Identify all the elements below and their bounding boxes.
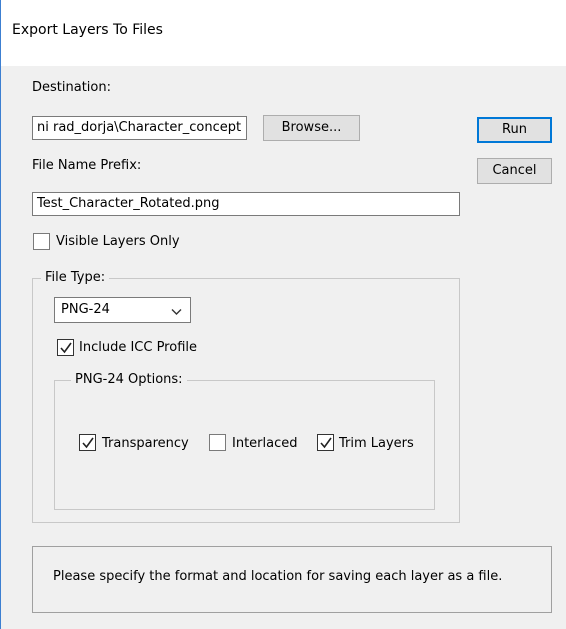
include-icc-profile-checkbox[interactable] — [57, 339, 74, 356]
visible-layers-only-label: Visible Layers Only — [56, 234, 180, 249]
destination-label: Destination: — [32, 80, 111, 95]
visible-layers-only-checkbox[interactable] — [33, 233, 50, 250]
transparency-checkbox[interactable] — [79, 434, 96, 451]
run-button[interactable]: Run — [477, 117, 552, 143]
transparency-label: Transparency — [102, 436, 189, 451]
export-layers-dialog: Export Layers To Files Destination: ni r… — [0, 0, 566, 629]
cancel-button[interactable]: Cancel — [477, 158, 552, 184]
interlaced-label: Interlaced — [232, 436, 298, 451]
message-panel: Please specify the format and location f… — [32, 546, 552, 613]
title-bar: Export Layers To Files — [1, 0, 566, 66]
checkmark-icon — [320, 437, 332, 449]
file-type-select[interactable]: PNG-24 — [54, 297, 191, 323]
trim-layers-label: Trim Layers — [339, 436, 414, 451]
file-name-prefix-label: File Name Prefix: — [32, 158, 142, 173]
browse-button[interactable]: Browse... — [263, 115, 360, 141]
checkmark-icon — [60, 342, 72, 354]
dialog-title: Export Layers To Files — [12, 22, 163, 38]
chevron-down-icon — [171, 304, 182, 322]
png24-options-legend: PNG-24 Options: — [71, 372, 187, 387]
file-type-selected-value: PNG-24 — [61, 302, 110, 317]
checkmark-icon — [82, 437, 94, 449]
file-type-legend: File Type: — [41, 270, 110, 285]
help-message: Please specify the format and location f… — [53, 569, 503, 584]
destination-input[interactable]: ni rad_dorja\Character_concept — [32, 116, 247, 140]
file-name-prefix-input[interactable]: Test_Character_Rotated.png — [32, 192, 460, 216]
interlaced-checkbox[interactable] — [209, 434, 226, 451]
trim-layers-checkbox[interactable] — [317, 434, 334, 451]
include-icc-profile-label: Include ICC Profile — [79, 340, 197, 355]
